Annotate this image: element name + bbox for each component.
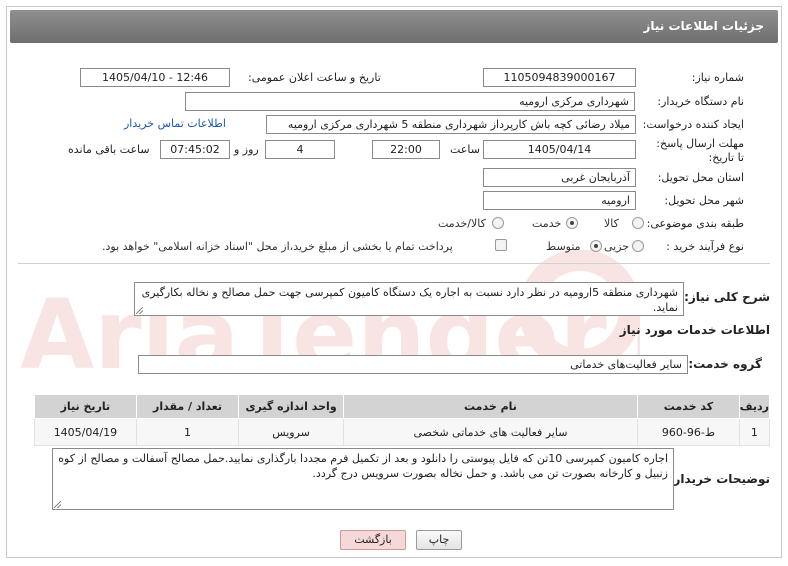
col-qty: تعداد / مقدار [135, 394, 240, 419]
services-table: ردیف کد خدمت نام خدمت واحد اندازه گیری ت… [34, 394, 771, 446]
category-radio-goods[interactable] [632, 217, 644, 229]
creator-field: میلاد رضائی کچه باش کارپرداز شهرداری منط… [266, 115, 636, 134]
remaining-days-field: 4 [265, 140, 335, 159]
category-option-service: خدمت [532, 217, 562, 230]
need-number-label: شماره نیاز: [691, 71, 744, 84]
buyer-notes-textarea[interactable]: اجاره کامیون کمپرسی 10تن که فایل پیوستی … [52, 448, 674, 510]
cell-row: 1 [738, 418, 771, 446]
buyer-org-field: شهرداری مرکزی ارومیه [185, 92, 635, 111]
service-group-label: گروه خدمت: [688, 357, 762, 371]
buyer-org-label: نام دستگاه خریدار: [657, 95, 744, 108]
buyer-contact-link[interactable]: اطلاعات تماس خریدار [124, 117, 226, 130]
cell-code: ط-96-960 [637, 418, 740, 446]
page-header: جزئیات اطلاعات نیاز [10, 10, 778, 43]
page-title: جزئیات اطلاعات نیاز [643, 19, 764, 33]
back-button[interactable]: بازگشت [340, 530, 406, 550]
process-radio-medium[interactable] [590, 240, 602, 252]
announce-date-field: 1405/04/10 - 12:46 [80, 68, 230, 87]
category-radio-goods-service[interactable] [492, 217, 504, 229]
category-label: طبقه بندی موضوعی: [646, 217, 744, 230]
city-label: شهر محل تحویل: [664, 194, 744, 207]
category-option-goods: کالا [604, 217, 619, 230]
category-option-goods-service: کالا/خدمت [438, 217, 486, 230]
province-label: استان محل تحویل: [657, 171, 744, 184]
cell-date: 1405/04/19 [34, 418, 137, 446]
remaining-time-field: 07:45:02 [160, 140, 230, 159]
col-row: ردیف [738, 394, 771, 419]
process-radio-minor[interactable] [632, 240, 644, 252]
table-row: 1 ط-96-960 سایر فعالیت های خدماتی شخصی س… [34, 418, 771, 446]
deadline-date-field: 1405/04/14 [483, 140, 636, 159]
city-field: ارومیه [483, 191, 636, 210]
days-label: روز و [234, 143, 259, 156]
deadline-time-label: ساعت [450, 143, 480, 156]
deadline-time-field: 22:00 [372, 140, 440, 159]
cell-name: سایر فعالیت های خدماتی شخصی [342, 418, 639, 446]
col-name: نام خدمت [342, 394, 639, 419]
resize-grip-icon[interactable] [54, 501, 61, 508]
treasury-payment-note: پرداخت تمام یا بخشی از مبلغ خرید،از محل … [102, 240, 453, 253]
process-option-minor: جزیی [604, 240, 630, 253]
col-date: تاریخ نیاز [34, 394, 137, 419]
cell-qty: 1 [135, 418, 240, 446]
remaining-time-label: ساعت باقی مانده [68, 143, 150, 156]
divider [18, 263, 770, 264]
services-section-title: اطلاعات خدمات مورد نیاز [619, 323, 770, 337]
deadline-label: مهلت ارسال پاسخ: تا تاریخ: [656, 137, 744, 164]
process-type-label: نوع فرآیند خرید : [666, 240, 744, 253]
table-header-row: ردیف کد خدمت نام خدمت واحد اندازه گیری ت… [34, 394, 771, 419]
category-radio-service[interactable] [566, 217, 578, 229]
announce-date-label: تاریخ و ساعت اعلان عمومی: [248, 71, 381, 84]
treasury-payment-checkbox[interactable] [495, 239, 507, 251]
buyer-notes-label: توضیحات خریدار: [668, 472, 770, 486]
process-option-medium: متوسط [546, 240, 581, 253]
col-unit: واحد اندازه گیری [238, 394, 344, 419]
buyer-notes-text: اجاره کامیون کمپرسی 10تن که فایل پیوستی … [58, 452, 668, 480]
description-text: شهرداری منطقه 5ارومیه در نظر دارد نسبت ب… [141, 286, 678, 314]
resize-grip-icon[interactable] [136, 307, 143, 314]
description-label: شرح کلی نیاز: [684, 290, 770, 304]
need-number-field: 1105094839000167 [483, 68, 636, 87]
cell-unit: سرویس [238, 418, 344, 446]
print-button[interactable]: چاپ [416, 530, 462, 550]
service-group-field: سایر فعالیت‌های خدماتی [138, 355, 688, 374]
creator-label: ایجاد کننده درخواست: [642, 118, 744, 131]
description-textarea[interactable]: شهرداری منطقه 5ارومیه در نظر دارد نسبت ب… [134, 282, 684, 316]
col-code: کد خدمت [637, 394, 740, 419]
province-field: آذربایجان غربی [483, 168, 636, 187]
